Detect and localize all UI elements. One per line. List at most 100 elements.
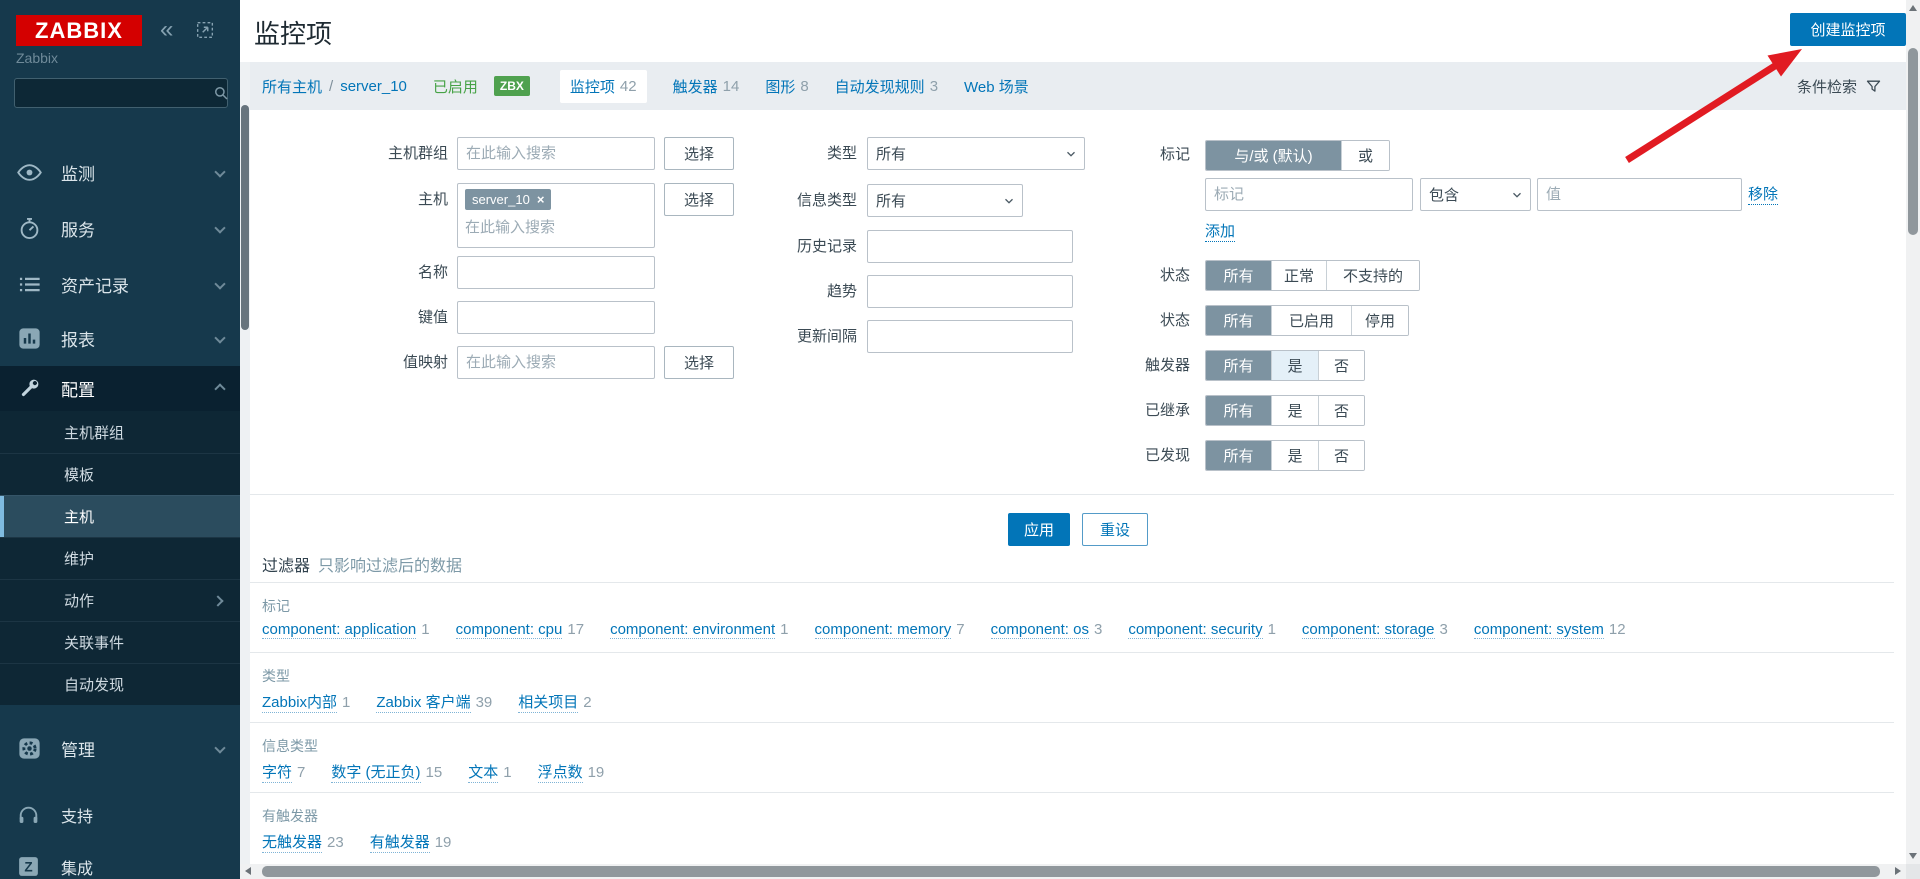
segment-no[interactable]: 否	[1318, 441, 1364, 470]
scroll-up-arrow[interactable]	[1909, 5, 1917, 11]
tab-label[interactable]: 触发器	[673, 76, 718, 97]
tab-items[interactable]: 监控项 42	[560, 70, 647, 103]
tab-label[interactable]: 监控项	[570, 76, 615, 97]
segment-no[interactable]: 否	[1318, 351, 1364, 380]
sidebar-item-integrations[interactable]: Z 集成	[0, 844, 240, 879]
subfilter-count: 19	[435, 834, 452, 851]
submenu-item-host-groups[interactable]: 主机群组	[0, 411, 240, 453]
sidebar-item-services[interactable]: 服务	[0, 202, 240, 254]
vertical-scrollbar-thumb[interactable]	[1908, 48, 1918, 235]
history-input[interactable]	[867, 230, 1073, 263]
subfilter-link[interactable]: component: application	[262, 621, 416, 639]
tab-label[interactable]: 自动发现规则	[835, 76, 925, 97]
segment-enabled[interactable]: 已启用	[1271, 306, 1351, 335]
sidebar-item-monitoring[interactable]: 监测	[0, 146, 240, 198]
discovered-label: 已发现	[950, 440, 1190, 471]
trends-label: 趋势	[580, 275, 857, 308]
apply-button[interactable]: 应用	[1008, 513, 1070, 546]
subfilter-link[interactable]: component: system	[1474, 621, 1604, 639]
collapse-sidebar-icon[interactable]: «	[160, 16, 173, 44]
subfilter-link[interactable]: 数字 (无正负)	[331, 761, 420, 783]
segment-all[interactable]: 所有	[1206, 441, 1271, 470]
tag-remove-link[interactable]: 移除	[1748, 185, 1778, 205]
subfilter-link[interactable]: 字符	[262, 761, 292, 783]
subfilter-link[interactable]: component: os	[991, 621, 1089, 639]
search-input[interactable]	[15, 85, 212, 101]
divider	[250, 792, 1894, 793]
filter-toggle[interactable]: 条件检索	[1797, 76, 1882, 97]
segment-normal[interactable]: 正常	[1271, 261, 1326, 290]
sidebar-search[interactable]	[14, 78, 228, 108]
segment-yes[interactable]: 是	[1271, 441, 1318, 470]
tag-name-input[interactable]	[1205, 178, 1413, 211]
chip-remove-icon[interactable]: ×	[537, 192, 545, 207]
segment-all[interactable]: 所有	[1206, 306, 1271, 335]
tab-label[interactable]: 图形	[765, 76, 795, 97]
info-type-dropdown[interactable]: 所有	[867, 184, 1023, 217]
submenu-item-templates[interactable]: 模板	[0, 453, 240, 495]
breadcrumb-host-link[interactable]: server_10	[340, 78, 407, 95]
submenu-item-hosts[interactable]: 主机	[0, 495, 240, 537]
submenu-item-actions[interactable]: 动作	[0, 579, 240, 621]
create-item-button[interactable]: 创建监控项	[1790, 13, 1906, 46]
subfilter-link[interactable]: 无触发器	[262, 831, 322, 853]
tab-triggers[interactable]: 触发器 14	[673, 76, 740, 97]
segment-not-supported[interactable]: 不支持的	[1326, 261, 1419, 290]
horizontal-scrollbar[interactable]	[240, 864, 1906, 879]
tab-discovery-rules[interactable]: 自动发现规则 3	[835, 76, 938, 97]
horizontal-scrollbar-thumb[interactable]	[262, 866, 1880, 877]
sidebar-scrollbar-thumb[interactable]	[241, 105, 249, 330]
subfilter-link[interactable]: component: cpu	[456, 621, 563, 639]
search-icon[interactable]	[212, 84, 230, 102]
zabbix-logo[interactable]: ZABBIX	[16, 15, 142, 46]
scroll-right-arrow[interactable]	[1895, 867, 1901, 875]
subfilter-link[interactable]: component: memory	[815, 621, 952, 639]
funnel-icon[interactable]	[1865, 78, 1882, 95]
tab-label[interactable]: Web 场景	[964, 76, 1029, 97]
filter-toggle-label[interactable]: 条件检索	[1797, 76, 1857, 97]
submenu-item-discovery[interactable]: 自动发现	[0, 663, 240, 705]
subfilter-link[interactable]: 文本	[468, 761, 498, 783]
subfilter-link[interactable]: component: storage	[1302, 621, 1435, 639]
sidebar-item-support[interactable]: 支持	[0, 792, 240, 838]
segment-disabled[interactable]: 停用	[1351, 306, 1408, 335]
subfilter-count: 3	[1440, 621, 1448, 638]
breadcrumb-all-hosts-link[interactable]: 所有主机	[262, 76, 322, 97]
vertical-scrollbar[interactable]	[1906, 0, 1920, 864]
subfilter-link[interactable]: 浮点数	[538, 761, 583, 783]
sidebar-scrollbar[interactable]	[240, 62, 250, 864]
type-dropdown-value: 所有	[876, 143, 906, 164]
scroll-down-arrow[interactable]	[1909, 853, 1917, 859]
tag-add-link[interactable]: 添加	[1205, 222, 1235, 242]
tag-operator-dropdown[interactable]: 包含	[1420, 178, 1531, 211]
segment-no[interactable]: 否	[1318, 396, 1364, 425]
tab-web-scenarios[interactable]: Web 场景	[964, 76, 1029, 97]
segment-all[interactable]: 所有	[1206, 396, 1271, 425]
segment-yes[interactable]: 是	[1271, 396, 1318, 425]
subfilter-link[interactable]: 有触发器	[370, 831, 430, 853]
submenu-item-event-correlation[interactable]: 关联事件	[0, 621, 240, 663]
kiosk-mode-icon[interactable]	[194, 19, 216, 41]
subfilter-link[interactable]: component: environment	[610, 621, 775, 639]
segment-or[interactable]: 或	[1341, 141, 1389, 170]
segment-and-or[interactable]: 与/或 (默认)	[1206, 141, 1341, 170]
segment-all[interactable]: 所有	[1206, 261, 1271, 290]
tag-value-input[interactable]	[1537, 178, 1742, 211]
sidebar-item-inventory[interactable]: 资产记录	[0, 258, 240, 310]
status-segmented: 所有 已启用 停用	[1205, 305, 1409, 336]
segment-all[interactable]: 所有	[1206, 351, 1271, 380]
sidebar-item-configuration[interactable]: 配置	[0, 366, 240, 411]
reset-button[interactable]: 重设	[1082, 513, 1148, 546]
sidebar-item-administration[interactable]: 管理	[0, 722, 240, 774]
subfilter-link[interactable]: Zabbix内部	[262, 691, 337, 713]
subfilter-link[interactable]: component: security	[1128, 621, 1262, 639]
subfilter-link[interactable]: Zabbix 客户端	[376, 691, 470, 713]
scroll-left-arrow[interactable]	[245, 867, 251, 875]
tab-graphs[interactable]: 图形 8	[765, 76, 808, 97]
chevron-down-icon	[1510, 188, 1524, 202]
submenu-item-maintenance[interactable]: 维护	[0, 537, 240, 579]
subfilter-link[interactable]: 相关项目	[518, 691, 578, 713]
divider	[250, 722, 1894, 723]
segment-yes[interactable]: 是	[1271, 351, 1318, 380]
sidebar-item-reports[interactable]: 报表	[0, 312, 240, 364]
